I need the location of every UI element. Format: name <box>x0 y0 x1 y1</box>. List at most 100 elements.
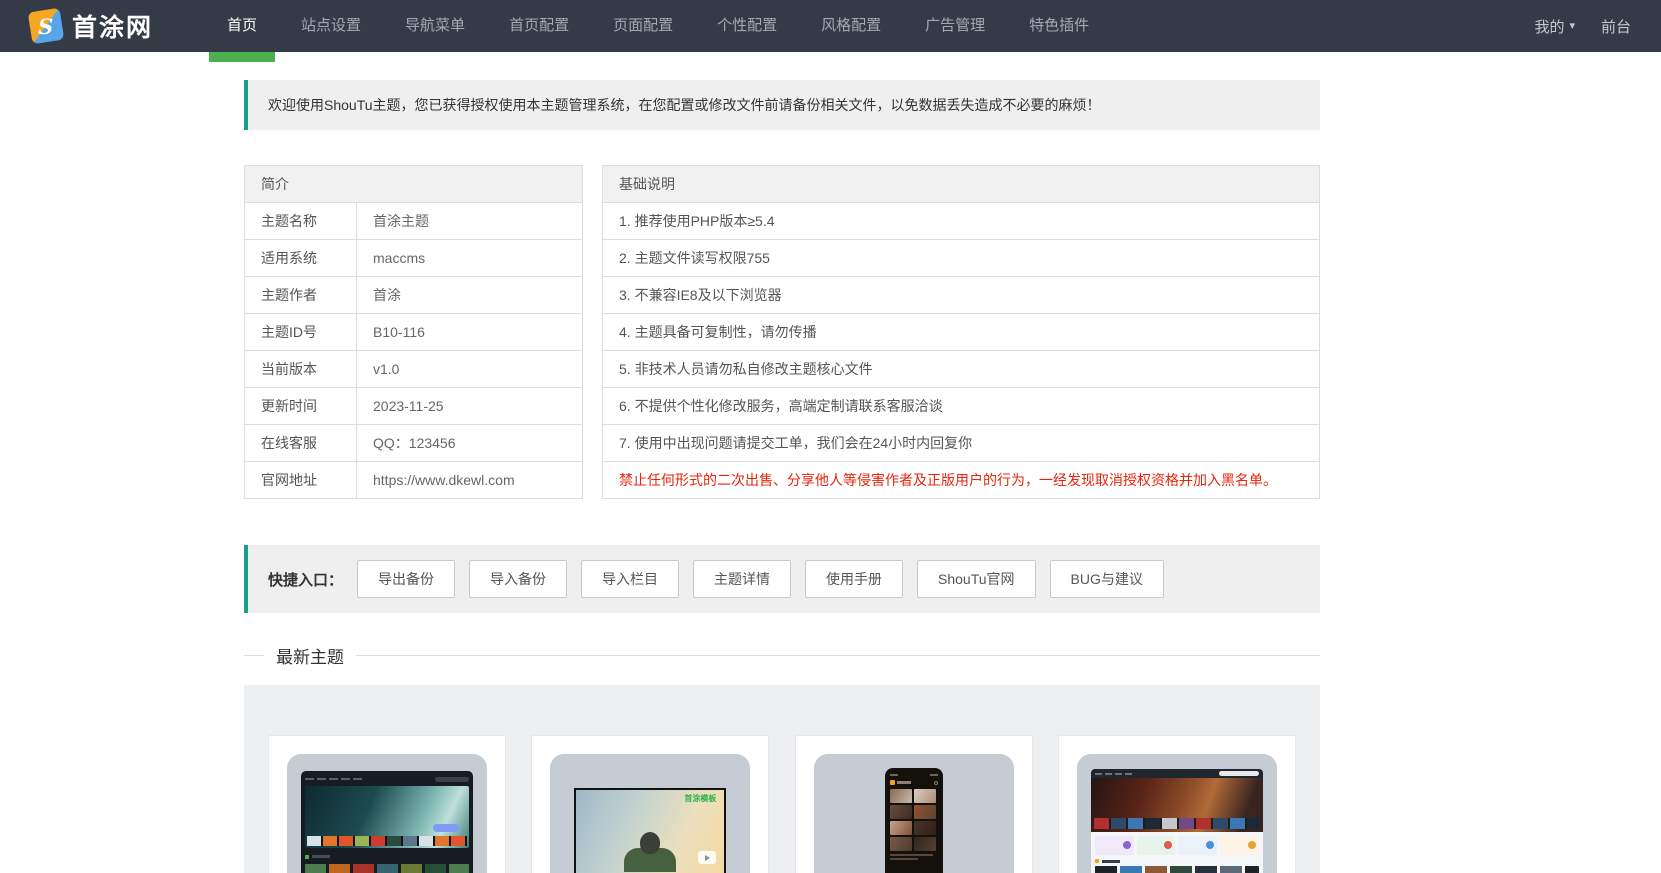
row-value: 2023-11-25 <box>373 398 444 414</box>
notification-icon <box>933 780 938 785</box>
official-site-url: https://www.dkewl.com <box>373 472 515 488</box>
row-label: 主题名称 <box>245 203 357 239</box>
import-backup-button[interactable]: 导入备份 <box>469 560 568 598</box>
frontend-link[interactable]: 前台 <box>1601 16 1631 37</box>
preview-poster-row <box>1094 866 1259 873</box>
row-label: 当前版本 <box>245 351 357 387</box>
my-account-dropdown[interactable]: 我的 ▾ <box>1534 16 1575 37</box>
row-value: B10-116 <box>373 324 425 340</box>
import-categories-button[interactable]: 导入栏目 <box>581 560 680 598</box>
shoutu-official-site-button[interactable]: ShouTu官网 <box>917 560 1036 598</box>
preview-thumb-strip <box>1093 818 1260 829</box>
preview-thumb-strip <box>307 836 467 846</box>
theme-card-4[interactable] <box>1057 735 1296 873</box>
table-row: 在线客服 QQ：123456 <box>245 425 582 462</box>
nav-item-plugins[interactable]: 特色插件 <box>1007 0 1111 52</box>
notes-table-title: 基础说明 <box>603 166 1319 203</box>
intro-table-title: 简介 <box>245 166 582 203</box>
row-value: maccms <box>373 250 426 266</box>
video-watermark-text: 首涂模板 <box>684 794 717 803</box>
nav-item-site-settings[interactable]: 站点设置 <box>279 0 383 52</box>
row-label: 更新时间 <box>245 388 357 424</box>
video-screen: 首涂模板 <box>576 790 725 873</box>
note-item: 4. 主题具备可复制性，请勿传播 <box>603 314 1319 351</box>
theme-details-button[interactable]: 主题详情 <box>693 560 792 598</box>
phone-statusbar <box>889 774 938 777</box>
row-value: v1.0 <box>373 361 400 377</box>
bug-suggestion-button[interactable]: BUG与建议 <box>1049 560 1164 598</box>
table-row: 适用系统 maccms <box>245 240 582 277</box>
video-figure-head <box>640 832 661 854</box>
preview-hero-banner <box>1090 778 1263 832</box>
logo-text: 首涂网 <box>72 13 154 42</box>
frontend-label: 前台 <box>1600 18 1631 36</box>
section-title-text: 最新主题 <box>276 647 344 667</box>
row-value: 首涂 <box>373 287 401 303</box>
welcome-text: 欢迎使用ShouTu主题，您已获得授权使用本主题管理系统，在您配置或修改文件前请… <box>268 97 1101 113</box>
theme-preview-dark-desktop <box>301 771 473 873</box>
nav-item-personal-config[interactable]: 个性配置 <box>695 0 799 52</box>
note-item: 3. 不兼容IE8及以下浏览器 <box>603 277 1319 314</box>
row-value: 首涂主题 <box>373 213 429 229</box>
page-content: 欢迎使用ShouTu主题，您已获得授权使用本主题管理系统，在您配置或修改文件前请… <box>244 80 1320 873</box>
row-label: 官网地址 <box>245 462 357 498</box>
nav-item-nav-menu[interactable]: 导航菜单 <box>383 0 487 52</box>
theme-card-2[interactable]: 首涂模板 <box>531 735 770 873</box>
phone-thumb-grid <box>889 789 938 851</box>
theme-preview-light-desktop <box>1090 769 1263 873</box>
preview-poster-row <box>305 864 469 873</box>
preview-section-head <box>305 853 469 860</box>
logo-icon: S <box>27 7 65 45</box>
theme-thumbnail-3 <box>813 754 1014 873</box>
phone-text-lines <box>889 854 938 860</box>
theme-card-1[interactable] <box>268 735 506 873</box>
license-warning-text: 禁止任何形式的二次出售、分享他人等侵害作者及正版用户的行为，一经发现取消授权资格… <box>619 472 1277 488</box>
preview-section-head <box>1091 859 1263 866</box>
note-item: 7. 使用中出现问题请提交工单，我们会在24小时内回复你 <box>603 425 1319 462</box>
nav-item-page-config[interactable]: 页面配置 <box>591 0 695 52</box>
theme-thumbnail-2: 首涂模板 <box>550 754 751 873</box>
table-row: 更新时间 2023-11-25 <box>245 388 582 425</box>
export-backup-button[interactable]: 导出备份 <box>357 560 456 598</box>
preview-hero-banner <box>305 786 469 848</box>
intro-table: 简介 主题名称 首涂主题 适用系统 maccms 主题作者 首涂 主题ID号 B… <box>244 165 583 499</box>
table-row: 主题ID号 B10-116 <box>245 314 582 351</box>
nav-item-style-config[interactable]: 风格配置 <box>799 0 903 52</box>
nav-item-ad-manage[interactable]: 广告管理 <box>903 0 1007 52</box>
nav-item-home[interactable]: 首页 <box>205 0 279 52</box>
theme-preview-mobile <box>884 768 943 873</box>
table-row: 主题作者 首涂 <box>245 277 582 314</box>
theme-card-3[interactable] <box>794 735 1033 873</box>
preview-navbar <box>1090 769 1263 778</box>
preview-navbar <box>305 775 469 783</box>
user-manual-button[interactable]: 使用手册 <box>805 560 904 598</box>
divider-line <box>356 654 1320 656</box>
header-right: 我的 ▾ 前台 <box>1534 16 1631 37</box>
preview-searchbar <box>1218 771 1259 776</box>
notes-table: 基础说明 1. 推荐使用PHP版本≥5.4 2. 主题文件读写权限755 3. … <box>602 165 1320 499</box>
nav-item-home-config[interactable]: 首页配置 <box>487 0 591 52</box>
site-logo[interactable]: S 首涂网 <box>27 7 154 45</box>
info-tables: 简介 主题名称 首涂主题 适用系统 maccms 主题作者 首涂 主题ID号 B… <box>244 165 1320 499</box>
quick-entry-bar: 快捷入口： 导出备份 导入备份 导入栏目 主题详情 使用手册 ShouTu官网 … <box>244 545 1320 613</box>
phone-logo-dot <box>889 780 895 785</box>
divider-line <box>244 654 264 656</box>
preview-play-pill <box>433 824 459 832</box>
note-item: 6. 不提供个性化修改服务，高端定制请联系客服洽谈 <box>603 388 1319 425</box>
welcome-banner: 欢迎使用ShouTu主题，您已获得授权使用本主题管理系统，在您配置或修改文件前请… <box>244 80 1320 130</box>
row-label: 在线客服 <box>245 425 357 461</box>
note-item: 5. 非技术人员请勿私自修改主题核心文件 <box>603 351 1319 388</box>
table-row: 当前版本 v1.0 <box>245 351 582 388</box>
row-label: 适用系统 <box>245 240 357 276</box>
latest-themes-panel: 首涂模板 <box>244 685 1320 873</box>
table-row: 官网地址 https://www.dkewl.com <box>245 462 582 498</box>
my-account-label: 我的 <box>1534 18 1565 36</box>
row-label: 主题作者 <box>245 277 357 313</box>
theme-preview-video-player: 首涂模板 <box>574 788 727 873</box>
latest-themes-section-title: 最新主题 <box>244 643 1320 667</box>
phone-header <box>889 780 938 785</box>
preview-searchbar <box>435 776 469 782</box>
theme-thumbnail-1 <box>287 754 487 873</box>
row-value: QQ：123456 <box>373 435 456 451</box>
table-row: 主题名称 首涂主题 <box>245 203 582 240</box>
